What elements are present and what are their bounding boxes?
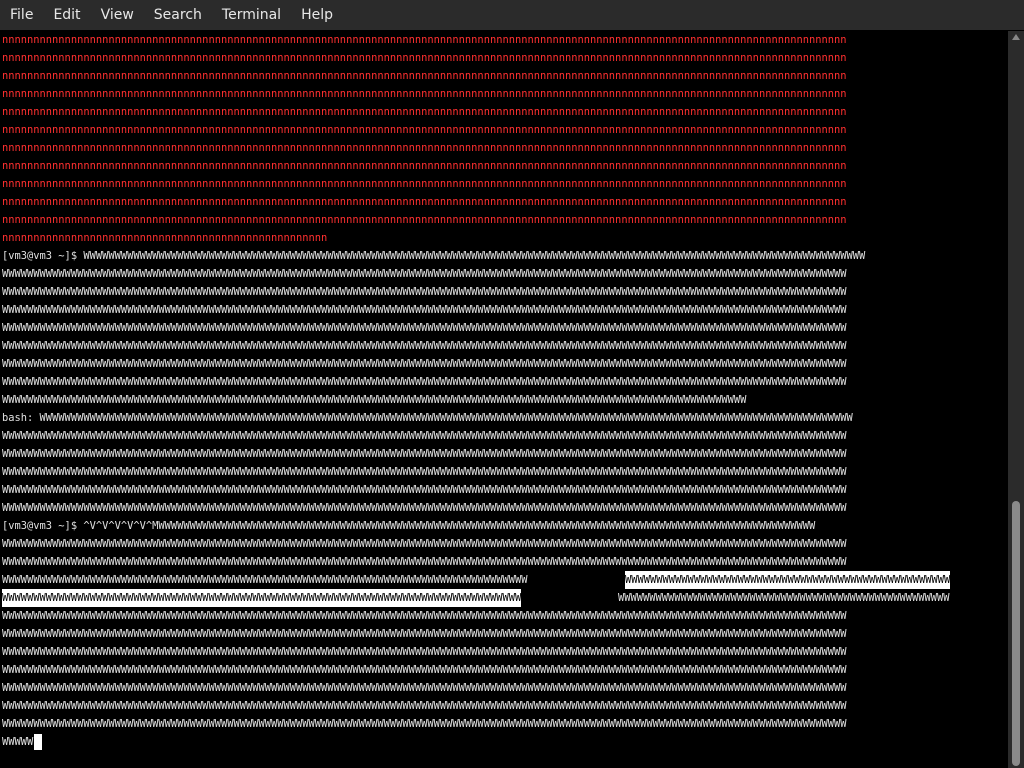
terminal-line: nnnnnnnnnnnnnnnnnnnnnnnnnnnnnnnnnnnnnnnn…: [2, 142, 847, 154]
vertical-scrollbar[interactable]: [1008, 31, 1024, 768]
terminal-line: nnnnnnnnnnnnnnnnnnnnnnnnnnnnnnnnnnnnnnnn…: [2, 124, 847, 136]
menu-search[interactable]: Search: [144, 0, 212, 30]
terminal-line: nnnnnnnnnnnnnnnnnnnnnnnnnnnnnnnnnnnnnnnn…: [2, 34, 847, 46]
terminal-line: WWWWWWWWWWWWWWWWWWWWWWWWWWWWWWWWWWWWWWWW…: [2, 700, 847, 712]
terminal-line: WWWWWWWWWWWWWWWWWWWWWWWWWWWWWWWWWWWWWWWW…: [2, 430, 847, 442]
menu-bar: File Edit View Search Terminal Help: [0, 0, 1024, 30]
selected-text[interactable]: WWWWWWWWWWWWWWWWWWWWWWWWWWWWWWWWWWWWWWWW…: [2, 589, 522, 607]
terminal-line: WWWWWWWWWWWWWWWWWWWWWWWWWWWWWWWWWWWWWWWW…: [2, 556, 847, 568]
menu-edit[interactable]: Edit: [43, 0, 90, 30]
terminal-line: WWWWWWWWWWWWWWWWWWWWWWWWWWWWWWWWWWWWWWWW…: [2, 466, 847, 478]
selected-text[interactable]: WWWWWWWWWWWWWWWWWWWWWWWWWWWWWWWWWWWWWWWW…: [625, 571, 951, 589]
terminal-line: WWWWWWWWWWWWWWWWWWWWWWWWWWWWWWWWWWWWWWWW…: [2, 286, 847, 298]
terminal-line: WWWWWWWWWWWWWWWWWWWWWWWWWWWWWWWWWWWWWWWW…: [2, 682, 847, 694]
terminal-error-line: bash: WWWWWWWWWWWWWWWWWWWWWWWWWWWWWWWWWW…: [2, 412, 853, 424]
terminal-line: nnnnnnnnnnnnnnnnnnnnnnnnnnnnnnnnnnnnnnnn…: [2, 232, 328, 244]
terminal-line: nnnnnnnnnnnnnnnnnnnnnnnnnnnnnnnnnnnnnnnn…: [2, 106, 847, 118]
terminal-line: WWWWWWWWWWWWWWWWWWWWWWWWWWWWWWWWWWWWWWWW…: [2, 448, 847, 460]
terminal-line: nnnnnnnnnnnnnnnnnnnnnnnnnnnnnnnnnnnnnnnn…: [2, 196, 847, 208]
scroll-up-icon[interactable]: [1012, 34, 1020, 40]
terminal-line: WWWWWWWWWWWWWWWWWWWWWWWWWWWWWWWWWWWWWWWW…: [2, 268, 847, 280]
terminal-line: nnnnnnnnnnnnnnnnnnnnnnnnnnnnnnnnnnnnnnnn…: [2, 70, 847, 82]
terminal-last-line: WWWWW: [2, 733, 43, 751]
terminal-prompt-line: [vm3@vm3 ~]$ ^V^V^V^V^V^MWWWWWWWWWWWWWWW…: [2, 520, 816, 532]
terminal-line: WWWWWWWWWWWWWWWWWWWWWWWWWWWWWWWWWWWWWWWW…: [2, 502, 847, 514]
terminal-line: nnnnnnnnnnnnnnnnnnnnnnnnnnnnnnnnnnnnnnnn…: [2, 178, 847, 190]
terminal-line: WWWWWWWWWWWWWWWWWWWWWWWWWWWWWWWWWWWWWWWW…: [2, 358, 847, 370]
menu-view[interactable]: View: [91, 0, 144, 30]
terminal-line: WWWWWWWWWWWWWWWWWWWWWWWWWWWWWWWWWWWWWWWW…: [2, 574, 528, 586]
terminal-line: nnnnnnnnnnnnnnnnnnnnnnnnnnnnnnnnnnnnnnnn…: [2, 214, 847, 226]
terminal-last-text: WWWWW: [2, 736, 34, 748]
terminal-line: WWWWWWWWWWWWWWWWWWWWWWWWWWWWWWWWWWWWWWWW…: [2, 376, 847, 388]
menu-terminal[interactable]: Terminal: [212, 0, 291, 30]
terminal-line: WWWWWWWWWWWWWWWWWWWWWWWWWWWWWWWWWWWWWWWW…: [2, 628, 847, 640]
terminal-line: WWWWWWWWWWWWWWWWWWWWWWWWWWWWWWWWWWWWWWWW…: [2, 304, 847, 316]
terminal-line: WWWWWWWWWWWWWWWWWWWWWWWWWWWWWWWWWWWWWWWW…: [2, 394, 747, 406]
terminal-line: WWWWWWWWWWWWWWWWWWWWWWWWWWWWWWWWWWWWWWWW…: [2, 610, 847, 622]
terminal-line: nnnnnnnnnnnnnnnnnnnnnnnnnnnnnnnnnnnnnnnn…: [2, 52, 847, 64]
terminal-line: WWWWWWWWWWWWWWWWWWWWWWWWWWWWWWWWWWWWWWWW…: [2, 718, 847, 730]
menu-help[interactable]: Help: [291, 0, 343, 30]
terminal-line: WWWWWWWWWWWWWWWWWWWWWWWWWWWWWWWWWWWWWWWW…: [2, 340, 847, 352]
menu-file[interactable]: File: [0, 0, 43, 30]
terminal-line: WWWWWWWWWWWWWWWWWWWWWWWWWWWWWWWWWWWWWWWW…: [2, 322, 847, 334]
scrollbar-thumb[interactable]: [1012, 501, 1020, 766]
terminal-line: WWWWWWWWWWWWWWWWWWWWWWWWWWWWWWWWWWWWWWWW…: [2, 484, 847, 496]
terminal-line: WWWWWWWWWWWWWWWWWWWWWWWWWWWWWWWWWWWWWWWW…: [2, 664, 847, 676]
terminal-output[interactable]: nnnnnnnnnnnnnnnnnnnnnnnnnnnnnnnnnnnnnnnn…: [0, 31, 1008, 768]
terminal-line: nnnnnnnnnnnnnnnnnnnnnnnnnnnnnnnnnnnnnnnn…: [2, 160, 847, 172]
terminal-line: WWWWWWWWWWWWWWWWWWWWWWWWWWWWWWWWWWWWWWWW…: [2, 646, 847, 658]
terminal-line: nnnnnnnnnnnnnnnnnnnnnnnnnnnnnnnnnnnnnnnn…: [2, 88, 847, 100]
terminal-prompt-line: [vm3@vm3 ~]$ WWWWWWWWWWWWWWWWWWWWWWWWWWW…: [2, 250, 866, 262]
terminal-line: WWWWWWWWWWWWWWWWWWWWWWWWWWWWWWWWWWWWWWWW…: [2, 538, 847, 550]
text-cursor: [34, 734, 43, 750]
terminal-line: WWWWWWWWWWWWWWWWWWWWWWWWWWWWWWWWWWWWWWWW…: [618, 592, 950, 604]
